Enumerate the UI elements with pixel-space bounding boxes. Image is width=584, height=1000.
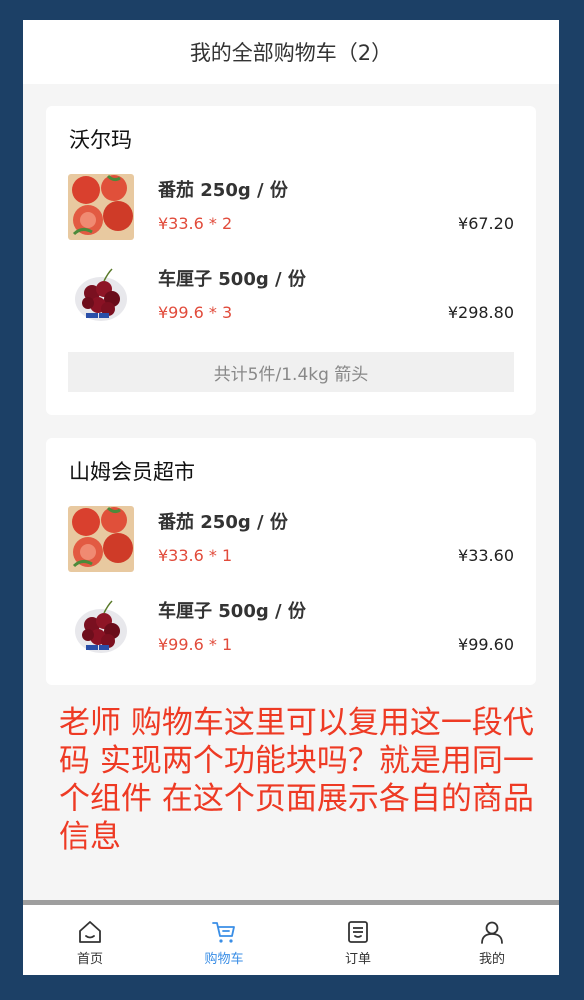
item-name: 车厘子 500g / 份: [158, 269, 306, 290]
item-price-qty: ¥33.6 * 2: [158, 214, 233, 233]
tab-orders[interactable]: 订单: [291, 905, 425, 975]
item-name: 车厘子 500g / 份: [158, 601, 306, 622]
tab-label: 订单: [344, 952, 371, 967]
store-summary[interactable]: 共计5件/1.4kg 箭头: [68, 352, 514, 392]
annotation-note: 老师 购物车这里可以复用这一段代码 实现两个功能块吗？就是用同一个组件 在这个页…: [59, 705, 534, 855]
store-name: 山姆会员超市: [69, 460, 195, 484]
order-icon: [348, 921, 368, 943]
item-price-qty: ¥33.6 * 1: [158, 546, 233, 565]
phone-screen: 我的全部购物车（2） 沃尔玛 番茄 250g / 份 ¥33.6 * 2 ¥67…: [23, 20, 559, 975]
tomato-thumbnail: [68, 506, 134, 572]
tab-profile[interactable]: 我的: [425, 905, 559, 975]
tab-cart[interactable]: 购物车: [157, 905, 291, 975]
item-total: ¥67.20: [458, 214, 514, 233]
cart-item[interactable]: 番茄 250g / 份 ¥33.6 * 2 ¥67.20: [46, 174, 536, 242]
tomato-thumbnail: [68, 174, 134, 240]
home-icon: [79, 921, 101, 943]
cart-icon: [212, 922, 235, 943]
store-card-sams-club: 山姆会员超市 番茄 250g / 份 ¥33.6 * 1 ¥33.60 车厘子 …: [46, 438, 536, 685]
cherry-thumbnail: [68, 595, 134, 661]
page-title: 我的全部购物车（2）: [189, 41, 393, 65]
item-total: ¥99.60: [458, 635, 514, 654]
cart-item[interactable]: 番茄 250g / 份 ¥33.6 * 1 ¥33.60: [46, 506, 536, 574]
user-icon: [481, 921, 503, 944]
tab-label: 首页: [76, 952, 103, 967]
store-card-walmart: 沃尔玛 番茄 250g / 份 ¥33.6 * 2 ¥67.20 车厘子 500…: [46, 106, 536, 415]
cherry-thumbnail: [68, 263, 134, 329]
cart-item[interactable]: 车厘子 500g / 份 ¥99.6 * 3 ¥298.80: [46, 263, 536, 331]
tab-bar: 首页 购物车 订单 我的: [23, 905, 559, 975]
item-name: 番茄 250g / 份: [158, 180, 288, 201]
tab-label: 购物车: [204, 952, 244, 967]
tab-label: 我的: [478, 952, 505, 967]
item-total: ¥298.80: [447, 303, 514, 322]
store-name: 沃尔玛: [69, 128, 132, 152]
tab-home[interactable]: 首页: [23, 905, 157, 975]
item-total: ¥33.60: [458, 546, 514, 565]
nav-bar: 我的全部购物车（2）: [23, 20, 559, 84]
cart-item[interactable]: 车厘子 500g / 份 ¥99.6 * 1 ¥99.60: [46, 595, 536, 663]
item-price-qty: ¥99.6 * 1: [158, 635, 233, 654]
item-name: 番茄 250g / 份: [158, 512, 288, 533]
item-price-qty: ¥99.6 * 3: [158, 303, 233, 322]
